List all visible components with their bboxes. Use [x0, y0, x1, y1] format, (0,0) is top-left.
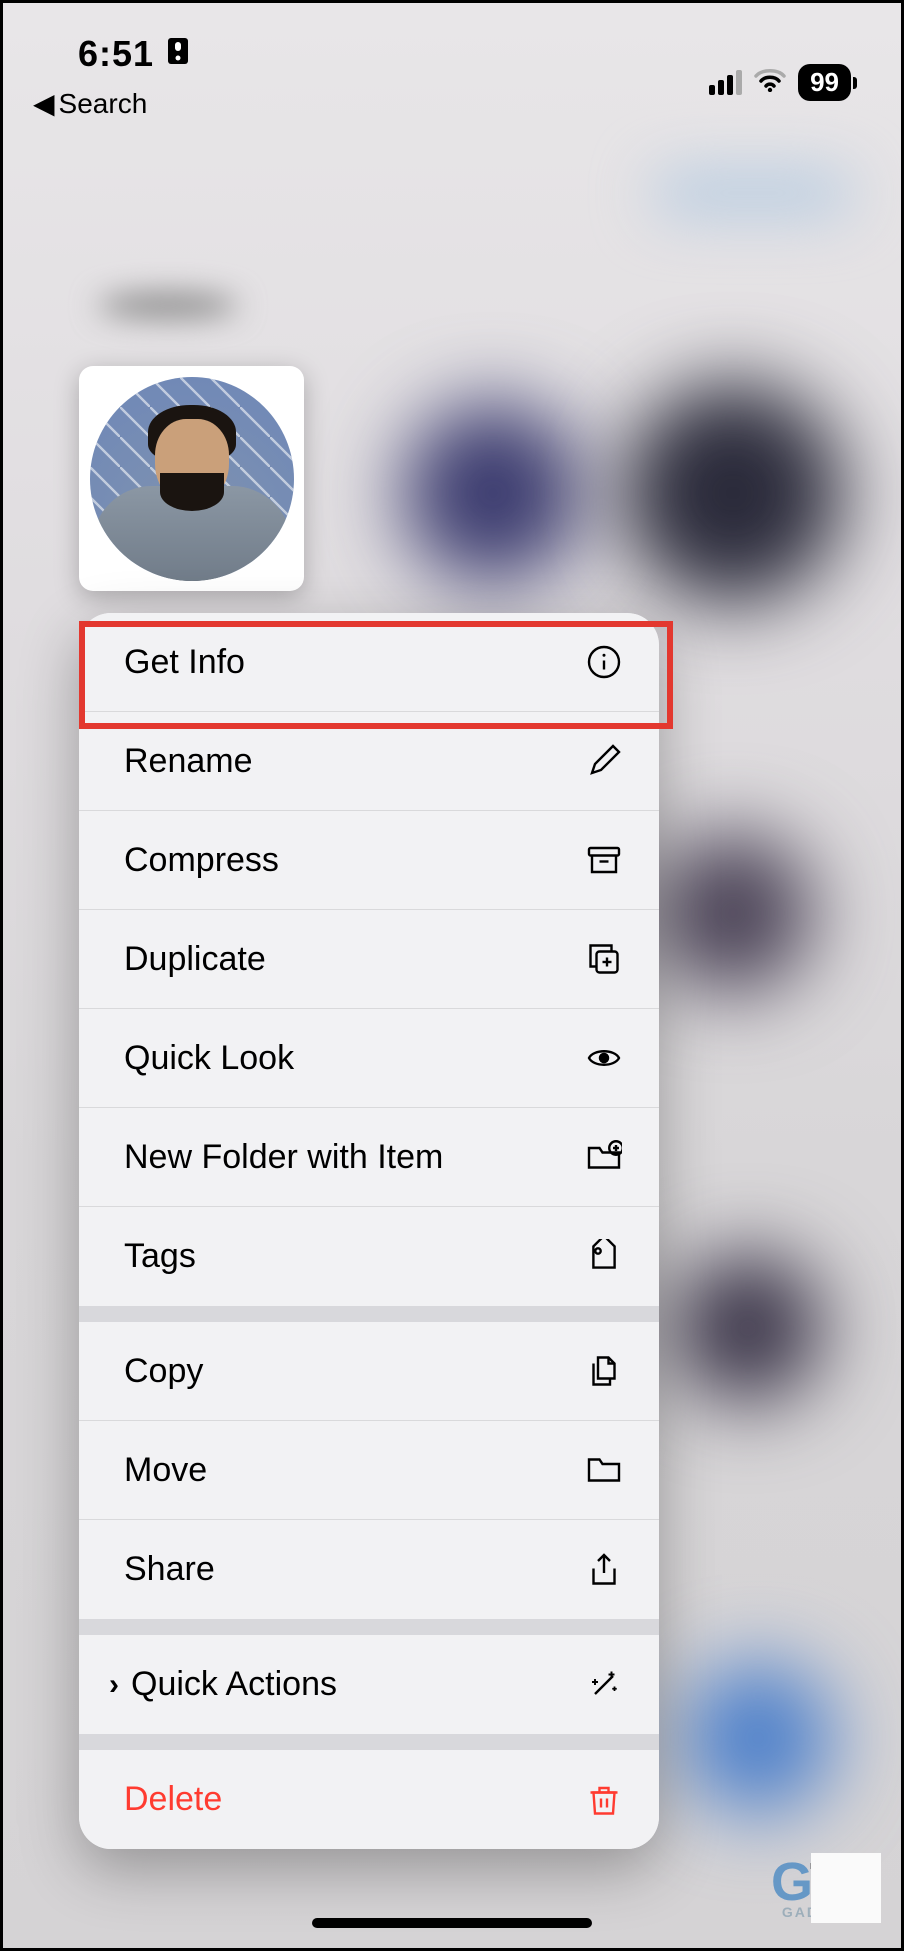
- menu-compress[interactable]: Compress: [79, 811, 659, 910]
- status-time: 6:51: [78, 33, 154, 75]
- watermark: GTU GADGETS: [771, 1861, 876, 1920]
- info-circle-icon: [584, 642, 624, 682]
- menu-label: Rename: [124, 742, 253, 781]
- duplicate-icon: [584, 939, 624, 979]
- cellular-signal-icon: [709, 71, 742, 95]
- menu-separator: [79, 1306, 659, 1322]
- battery-indicator: 99: [798, 64, 851, 101]
- folder-icon: [584, 1450, 624, 1490]
- menu-label: New Folder with Item: [124, 1138, 443, 1177]
- home-indicator[interactable]: [312, 1918, 592, 1928]
- wand-icon: [584, 1665, 624, 1705]
- menu-label: Tags: [124, 1237, 196, 1276]
- wifi-icon: [754, 68, 786, 97]
- context-menu: Get Info Rename Compress Duplicate Quick…: [79, 613, 659, 1849]
- doc-on-doc-icon: [584, 1351, 624, 1391]
- menu-label: Get Info: [124, 643, 245, 682]
- breadcrumb-label: Search: [59, 88, 148, 120]
- menu-label: Copy: [124, 1352, 203, 1391]
- pencil-icon: [584, 741, 624, 781]
- share-up-icon: [584, 1550, 624, 1590]
- trash-icon: [584, 1780, 624, 1820]
- orientation-lock-icon: [166, 33, 190, 75]
- menu-label: Delete: [124, 1780, 222, 1819]
- menu-move[interactable]: Move: [79, 1421, 659, 1520]
- menu-label: Move: [124, 1451, 207, 1490]
- back-chevron-icon: ◀: [33, 87, 55, 120]
- menu-tags[interactable]: Tags: [79, 1207, 659, 1306]
- menu-rename[interactable]: Rename: [79, 712, 659, 811]
- file-preview-thumbnail[interactable]: [79, 366, 304, 591]
- eye-icon: [584, 1038, 624, 1078]
- menu-copy[interactable]: Copy: [79, 1322, 659, 1421]
- menu-separator: [79, 1734, 659, 1750]
- menu-separator: [79, 1619, 659, 1635]
- menu-get-info[interactable]: Get Info: [79, 613, 659, 712]
- status-bar: 6:51 ◀ Search 99: [3, 33, 901, 120]
- tag-icon: [584, 1237, 624, 1277]
- menu-label: Quick Look: [124, 1039, 294, 1078]
- menu-label: Share: [124, 1550, 215, 1589]
- avatar-image: [90, 377, 294, 581]
- menu-label: Compress: [124, 841, 279, 880]
- menu-quick-actions[interactable]: › Quick Actions: [79, 1635, 659, 1734]
- menu-share[interactable]: Share: [79, 1520, 659, 1619]
- menu-duplicate[interactable]: Duplicate: [79, 910, 659, 1009]
- chevron-right-icon: ›: [109, 1668, 119, 1702]
- menu-new-folder-with-item[interactable]: New Folder with Item: [79, 1108, 659, 1207]
- breadcrumb-back[interactable]: ◀ Search: [33, 87, 190, 120]
- menu-label: Duplicate: [124, 940, 266, 979]
- menu-label: Quick Actions: [131, 1665, 337, 1704]
- menu-delete[interactable]: Delete: [79, 1750, 659, 1849]
- folder-plus-icon: [584, 1137, 624, 1177]
- menu-quick-look[interactable]: Quick Look: [79, 1009, 659, 1108]
- archivebox-icon: [584, 840, 624, 880]
